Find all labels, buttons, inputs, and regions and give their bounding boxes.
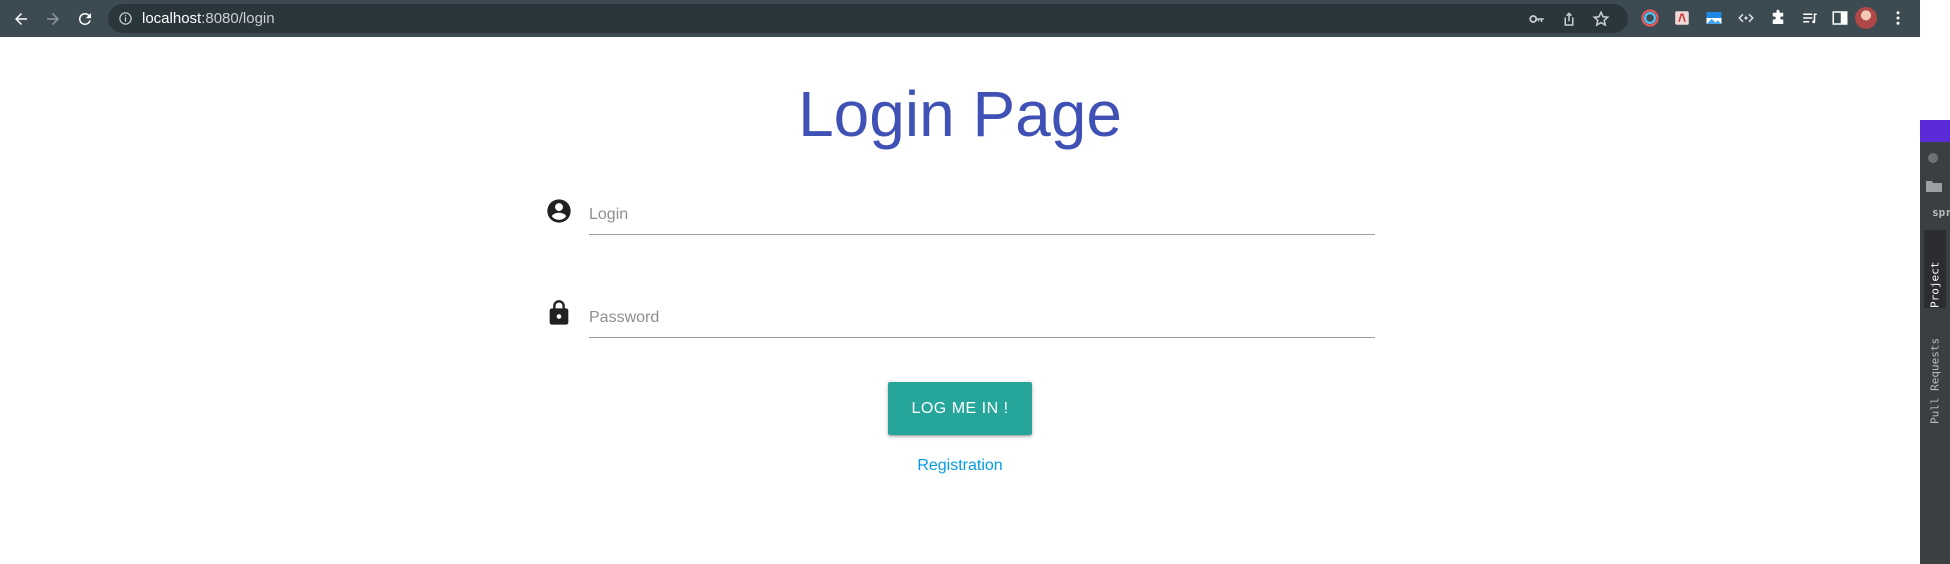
reading-list-icon[interactable] [1800,8,1820,28]
url-host: localhost [142,10,202,27]
account-circle-icon [547,199,571,223]
ide-partial-text: spr [1932,206,1950,219]
login-input[interactable] [589,196,1375,235]
puzzle-icon[interactable] [1768,8,1788,28]
folder-icon[interactable] [1926,180,1942,192]
ide-tab-project-label: Project [1928,261,1942,308]
color-extension-icon[interactable] [1640,8,1660,28]
arrow-left-icon [15,13,27,25]
lock-icon [549,300,569,325]
reload-icon [78,12,91,25]
password-input[interactable] [589,299,1375,338]
address-bar[interactable]: localhost:8080/login [108,4,1628,33]
pdf-extension-icon[interactable] [1672,8,1692,28]
side-panel-icon[interactable] [1830,8,1850,28]
info-icon[interactable] [118,11,133,26]
login-button[interactable]: LOG ME IN ! [888,382,1032,435]
reload-button[interactable] [72,6,98,32]
ide-tab-pull-requests[interactable]: Pull Requests [1924,320,1946,424]
back-button[interactable] [8,6,34,32]
share-icon[interactable] [1560,10,1578,28]
ide-tab-project[interactable]: Project [1924,230,1946,308]
url-text[interactable]: localhost:8080/login [142,10,275,27]
url-path: :8080/login [201,10,275,27]
menu-dots-icon[interactable] [1888,8,1908,28]
ide-tab-pull-requests-label: Pull Requests [1928,337,1942,424]
forward-button[interactable] [40,6,66,32]
star-icon[interactable] [1592,10,1610,28]
ide-side-strip: spr Project Pull Requests [1920,120,1950,564]
registration-link[interactable]: Registration [0,457,1920,475]
ide-status-dot [1928,153,1938,163]
code-extension-icon[interactable] [1736,8,1756,28]
image-extension-icon[interactable] [1704,8,1724,28]
key-icon[interactable] [1528,10,1546,28]
page-title: Login Page [798,78,1122,150]
browser-toolbar: localhost:8080/login [0,0,1920,37]
arrow-right-icon [47,13,59,25]
profile-avatar[interactable] [1855,7,1877,29]
ide-title-bar [1920,120,1950,142]
